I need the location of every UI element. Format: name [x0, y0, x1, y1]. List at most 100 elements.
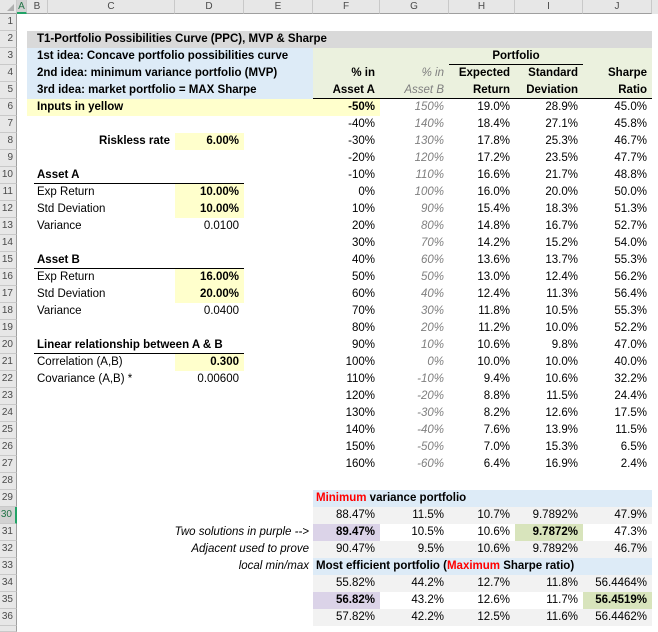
cell[interactable]: 44.2%	[380, 575, 449, 592]
cell[interactable]: 80%	[380, 218, 449, 235]
cell[interactable]: 9.7892%	[515, 541, 583, 558]
riskless-rate-value[interactable]: 6.00%	[175, 133, 244, 150]
asset-b-var-value[interactable]: 0.0400	[175, 303, 244, 320]
select-all-corner[interactable]	[0, 0, 17, 14]
cell[interactable]: 13.0%	[449, 269, 515, 286]
cell[interactable]: 17.2%	[449, 150, 515, 167]
cell[interactable]: 10%	[380, 337, 449, 354]
note-adjacent[interactable]: Adjacent used to prove	[100, 541, 311, 558]
cell[interactable]: 16.9%	[515, 456, 583, 473]
inputs-note-cell[interactable]: Inputs in yellow	[27, 99, 313, 116]
header-deviation[interactable]: Deviation	[515, 82, 583, 99]
row-header-22[interactable]: 22	[0, 371, 17, 388]
cell[interactable]: 10.0%	[515, 354, 583, 371]
cell[interactable]: 12.7%	[449, 575, 515, 592]
cell[interactable]: 18.3%	[515, 201, 583, 218]
cell[interactable]: 13.9%	[515, 422, 583, 439]
cell[interactable]: 55.3%	[583, 252, 652, 269]
cell[interactable]: 21.7%	[515, 167, 583, 184]
col-header-D[interactable]: D	[175, 0, 244, 14]
cell[interactable]: 11.5%	[515, 388, 583, 405]
idea-1-cell[interactable]: 1st idea: Concave portfolio possibilitie…	[27, 48, 313, 65]
cell[interactable]: 90%	[313, 337, 380, 354]
cell[interactable]: 11.5%	[380, 507, 449, 524]
cell[interactable]: 52.2%	[583, 320, 652, 337]
asset-a-std-label[interactable]: Std Deviation	[34, 201, 184, 218]
cell[interactable]: 89.47%	[313, 524, 380, 541]
header-expected[interactable]: Expected	[449, 65, 515, 82]
col-header-H[interactable]: H	[449, 0, 515, 14]
cell[interactable]: 10.5%	[380, 524, 449, 541]
cell[interactable]: 28.9%	[515, 99, 583, 116]
cell[interactable]: 50%	[380, 269, 449, 286]
cell[interactable]: 140%	[313, 422, 380, 439]
cell[interactable]: 56.82%	[313, 592, 380, 609]
cell[interactable]: 10%	[313, 201, 380, 218]
cell[interactable]: 10.6%	[449, 524, 515, 541]
col-header-E[interactable]: E	[244, 0, 313, 14]
cell[interactable]: 46.7%	[583, 541, 652, 558]
cell[interactable]: 90%	[380, 201, 449, 218]
cell[interactable]: 130%	[313, 405, 380, 422]
cell[interactable]: 45.8%	[583, 116, 652, 133]
row-header-14[interactable]: 14	[0, 235, 17, 252]
cell[interactable]: 100%	[313, 354, 380, 371]
row-header-29[interactable]: 29	[0, 490, 17, 507]
header-asset-b[interactable]: Asset B	[380, 82, 449, 99]
cell[interactable]: 9.7892%	[515, 507, 583, 524]
cell[interactable]: 50%	[313, 269, 380, 286]
row-header-8[interactable]: 8	[0, 133, 17, 150]
cell[interactable]: 19.0%	[449, 99, 515, 116]
cell[interactable]: -50%	[313, 99, 380, 116]
portfolio-group-header[interactable]: Portfolio	[449, 48, 583, 65]
cell[interactable]: 47.3%	[583, 524, 652, 541]
row-header-11[interactable]: 11	[0, 184, 17, 201]
cell[interactable]: 140%	[380, 116, 449, 133]
cell[interactable]: 14.2%	[449, 235, 515, 252]
cell[interactable]: -20%	[313, 150, 380, 167]
cell[interactable]: 10.6%	[449, 541, 515, 558]
asset-b-var-label[interactable]: Variance	[34, 303, 184, 320]
cell[interactable]: 100%	[380, 184, 449, 201]
cell[interactable]: 10.6%	[449, 337, 515, 354]
col-header-C[interactable]: C	[48, 0, 175, 14]
cell[interactable]: 47.9%	[583, 507, 652, 524]
row-header-2[interactable]: 2	[0, 31, 17, 48]
row-header-23[interactable]: 23	[0, 388, 17, 405]
cell[interactable]: 9.5%	[380, 541, 449, 558]
cell[interactable]: 16.7%	[515, 218, 583, 235]
cell[interactable]: 17.5%	[583, 405, 652, 422]
row-header-35[interactable]: 35	[0, 592, 17, 609]
cell[interactable]: 150%	[380, 99, 449, 116]
header-ratio[interactable]: Ratio	[583, 82, 652, 99]
cell[interactable]: 32.2%	[583, 371, 652, 388]
cell[interactable]: 11.7%	[515, 592, 583, 609]
cell[interactable]: 42.2%	[380, 609, 449, 626]
cell[interactable]: 47.0%	[583, 337, 652, 354]
col-header-J[interactable]: J	[583, 0, 652, 14]
cell[interactable]: 17.8%	[449, 133, 515, 150]
cell[interactable]: -50%	[380, 439, 449, 456]
cell[interactable]: 40%	[313, 252, 380, 269]
col-header-F[interactable]: F	[313, 0, 380, 14]
row-header-10[interactable]: 10	[0, 167, 17, 184]
cell[interactable]: 51.3%	[583, 201, 652, 218]
row-header-24[interactable]: 24	[0, 405, 17, 422]
asset-a-var-label[interactable]: Variance	[34, 218, 184, 235]
mep-section-header[interactable]: Most efficient portfolio (Maximum Sharpe…	[313, 558, 652, 575]
header-pct-in-a[interactable]: % in	[313, 65, 380, 82]
cell[interactable]: 10.0%	[449, 354, 515, 371]
cell[interactable]: 120%	[380, 150, 449, 167]
cell[interactable]: 55.82%	[313, 575, 380, 592]
cell[interactable]: 48.8%	[583, 167, 652, 184]
asset-b-exp-label[interactable]: Exp Return	[34, 269, 184, 286]
cell[interactable]: 60%	[313, 286, 380, 303]
header-pct-in-b[interactable]: % in	[380, 65, 449, 82]
cell[interactable]: 27.1%	[515, 116, 583, 133]
row-header-36[interactable]: 36	[0, 609, 17, 626]
row-header-5[interactable]: 5	[0, 82, 17, 99]
asset-b-std-value[interactable]: 20.00%	[175, 286, 244, 303]
cell[interactable]: 15.4%	[449, 201, 515, 218]
header-standard[interactable]: Standard	[515, 65, 583, 82]
cell[interactable]: 150%	[313, 439, 380, 456]
